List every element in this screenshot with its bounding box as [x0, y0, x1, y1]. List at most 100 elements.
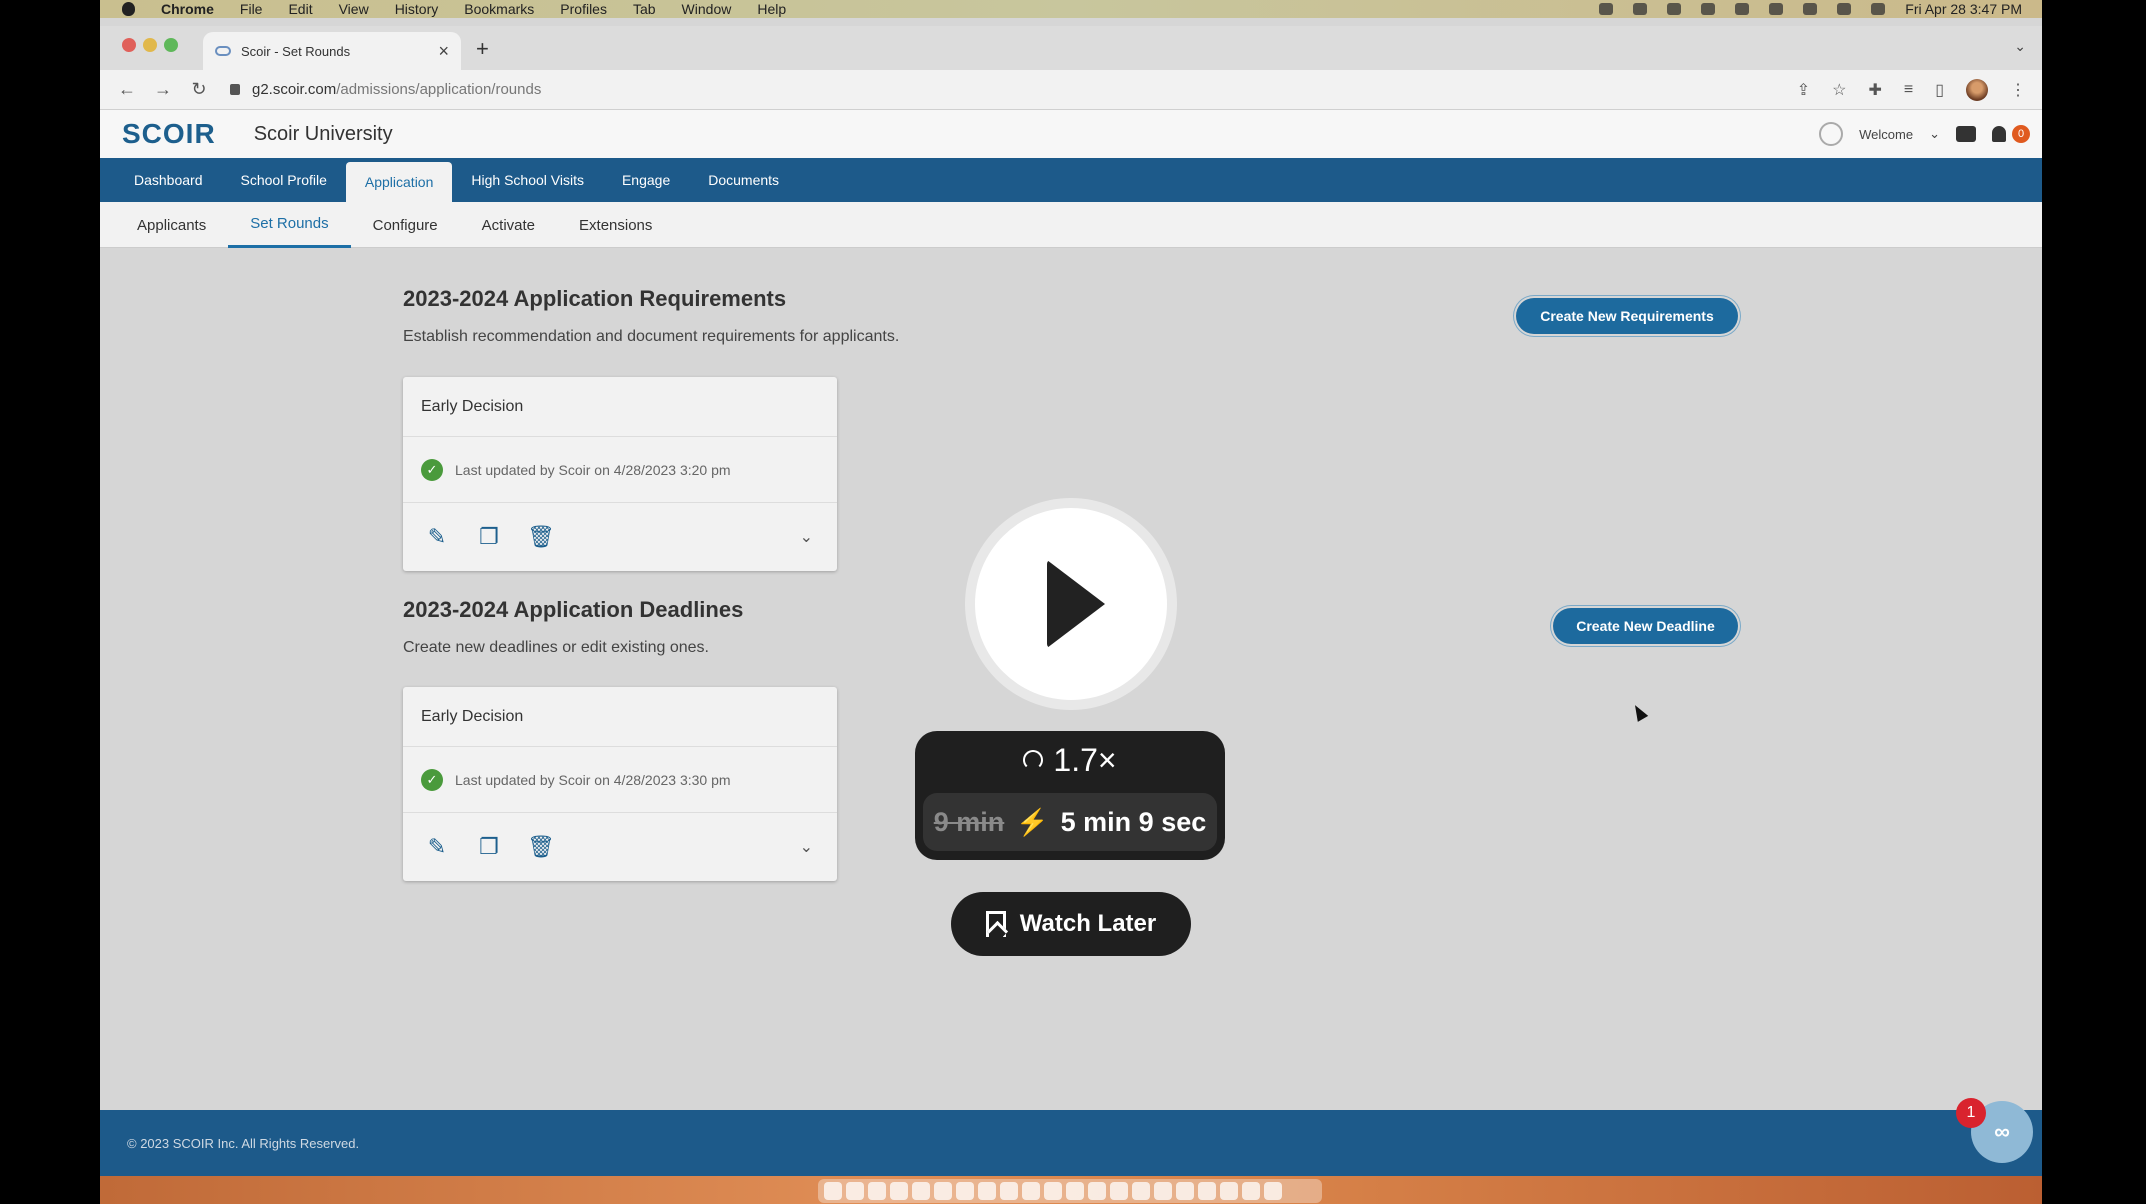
dock-app-icon[interactable] — [1264, 1182, 1282, 1200]
dock-app-icon[interactable] — [1044, 1182, 1062, 1200]
bell-icon[interactable] — [1992, 126, 2006, 142]
edit-icon[interactable]: ✎ — [423, 524, 451, 550]
copy-icon[interactable]: ❐ — [475, 524, 503, 550]
dock-app-icon[interactable] — [1022, 1182, 1040, 1200]
create-new-deadline-button[interactable]: Create New Deadline — [1553, 608, 1738, 644]
new-tab-button[interactable]: + — [476, 36, 489, 62]
profile-avatar[interactable] — [1966, 78, 1988, 101]
app-header: SCOIR Scoir University Welcome ⌄ 0 — [100, 110, 2042, 158]
dock-app-icon[interactable] — [846, 1182, 864, 1200]
mac-dock-area — [100, 1176, 2042, 1204]
nav-application[interactable]: Application — [345, 162, 453, 202]
siri-icon[interactable] — [1871, 3, 1886, 15]
play-button[interactable] — [975, 508, 1167, 700]
dock-app-icon[interactable] — [1132, 1182, 1150, 1200]
browser-menu-icon[interactable]: ⋮ — [2010, 80, 2026, 100]
dock-app-icon[interactable] — [1176, 1182, 1194, 1200]
menu-help[interactable]: Help — [757, 1, 786, 17]
dock-app-icon[interactable] — [934, 1182, 952, 1200]
tab-search-chevron-icon[interactable]: ⌄ — [2014, 38, 2026, 55]
requirements-section: 2023-2024 Application Requirements Estab… — [403, 286, 1403, 346]
window-zoom-icon[interactable] — [164, 38, 178, 52]
dock-app-icon[interactable] — [1110, 1182, 1128, 1200]
menu-view[interactable]: View — [339, 1, 369, 17]
expand-chevron-icon[interactable]: ⌄ — [800, 837, 813, 857]
subnav-activate[interactable]: Activate — [460, 202, 557, 248]
watch-later-button[interactable]: Watch Later — [951, 892, 1191, 956]
nav-documents[interactable]: Documents — [689, 158, 798, 202]
bookmark-star-icon[interactable]: ☆ — [1832, 80, 1846, 100]
nav-dashboard[interactable]: Dashboard — [115, 158, 222, 202]
menu-window[interactable]: Window — [682, 1, 732, 17]
lock-icon[interactable] — [230, 84, 240, 95]
share-icon[interactable]: ⇪ — [1797, 80, 1810, 100]
extensions-icon[interactable]: ✚ — [1868, 80, 1881, 100]
dock-app-icon[interactable] — [956, 1182, 974, 1200]
dock-app-icon[interactable] — [1198, 1182, 1216, 1200]
mouse-cursor-icon — [1629, 702, 1649, 722]
tab-close-icon[interactable]: × — [438, 41, 449, 62]
dock-app-icon[interactable] — [1242, 1182, 1260, 1200]
nav-school-profile[interactable]: School Profile — [222, 158, 346, 202]
requirements-description: Establish recommendation and document re… — [403, 328, 900, 345]
user-avatar-icon[interactable] — [1819, 122, 1844, 146]
mac-dock — [818, 1179, 1322, 1203]
speed-indicator: 1.7× 9 min ⚡ 5 min 9 sec — [915, 731, 1225, 860]
nav-engage[interactable]: Engage — [603, 158, 689, 202]
menu-tab[interactable]: Tab — [633, 1, 656, 17]
dock-app-icon[interactable] — [912, 1182, 930, 1200]
dock-app-icon[interactable] — [824, 1182, 842, 1200]
menu-profiles[interactable]: Profiles — [560, 1, 607, 17]
grammarly-icon[interactable] — [1633, 3, 1648, 15]
menu-file[interactable]: File — [240, 1, 263, 17]
spotlight-icon[interactable] — [1803, 3, 1818, 15]
mic-icon[interactable] — [1599, 3, 1614, 15]
trash-icon[interactable]: 🗑 — [527, 524, 555, 550]
dock-app-icon[interactable] — [1088, 1182, 1106, 1200]
browser-tab[interactable]: Scoir - Set Rounds × — [203, 32, 461, 70]
trash-icon[interactable]: 🗑 — [527, 834, 555, 860]
welcome-chevron-icon[interactable]: ⌄ — [1929, 126, 1940, 142]
deadlines-card-status: ✓ Last updated by Scoir on 4/28/2023 3:3… — [403, 747, 837, 813]
subnav-set-rounds[interactable]: Set Rounds — [228, 202, 351, 248]
subnav-extensions[interactable]: Extensions — [557, 202, 674, 248]
subnav-configure[interactable]: Configure — [351, 202, 460, 248]
welcome-menu[interactable]: Welcome — [1859, 127, 1913, 142]
footer: © 2023 SCOIR Inc. All Rights Reserved. — [100, 1110, 2042, 1176]
dock-app-icon[interactable] — [978, 1182, 996, 1200]
menu-bookmarks[interactable]: Bookmarks — [464, 1, 534, 17]
dock-app-icon[interactable] — [1066, 1182, 1084, 1200]
wifi-icon[interactable] — [1769, 3, 1784, 15]
subnav-applicants[interactable]: Applicants — [115, 202, 228, 248]
battery-icon[interactable] — [1735, 3, 1750, 15]
dock-app-icon[interactable] — [1154, 1182, 1172, 1200]
edit-icon[interactable]: ✎ — [423, 834, 451, 860]
chat-icon[interactable] — [1956, 126, 1976, 142]
dock-app-icon[interactable] — [868, 1182, 886, 1200]
menu-clock[interactable]: Fri Apr 28 3:47 PM — [1905, 1, 2022, 17]
create-new-requirements-button[interactable]: Create New Requirements — [1516, 298, 1738, 334]
record-icon[interactable] — [1667, 3, 1682, 15]
scoir-logo[interactable]: SCOIR — [122, 118, 216, 150]
dock-app-icon[interactable] — [1220, 1182, 1238, 1200]
copy-icon[interactable]: ❐ — [475, 834, 503, 860]
dock-app-icon[interactable] — [890, 1182, 908, 1200]
media-icon[interactable]: ≡ — [1904, 81, 1913, 99]
menu-app-name[interactable]: Chrome — [161, 1, 214, 17]
bluetooth-icon[interactable] — [1701, 3, 1716, 15]
url-field[interactable]: g2.scoir.com/admissions/application/roun… — [230, 81, 541, 98]
control-center-icon[interactable] — [1837, 3, 1852, 15]
forward-icon[interactable]: → — [154, 79, 172, 100]
back-icon[interactable]: ← — [118, 79, 136, 100]
side-panel-icon[interactable]: ▯ — [1935, 80, 1944, 100]
window-close-icon[interactable] — [122, 38, 136, 52]
window-minimize-icon[interactable] — [143, 38, 157, 52]
menu-edit[interactable]: Edit — [288, 1, 312, 17]
apple-icon[interactable] — [122, 2, 135, 16]
expand-chevron-icon[interactable]: ⌄ — [800, 527, 813, 547]
reload-icon[interactable]: ↻ — [190, 79, 208, 100]
deadlines-section: 2023-2024 Application Deadlines Create n… — [403, 597, 1403, 657]
menu-history[interactable]: History — [395, 1, 439, 17]
dock-app-icon[interactable] — [1000, 1182, 1018, 1200]
nav-high-school-visits[interactable]: High School Visits — [452, 158, 603, 202]
